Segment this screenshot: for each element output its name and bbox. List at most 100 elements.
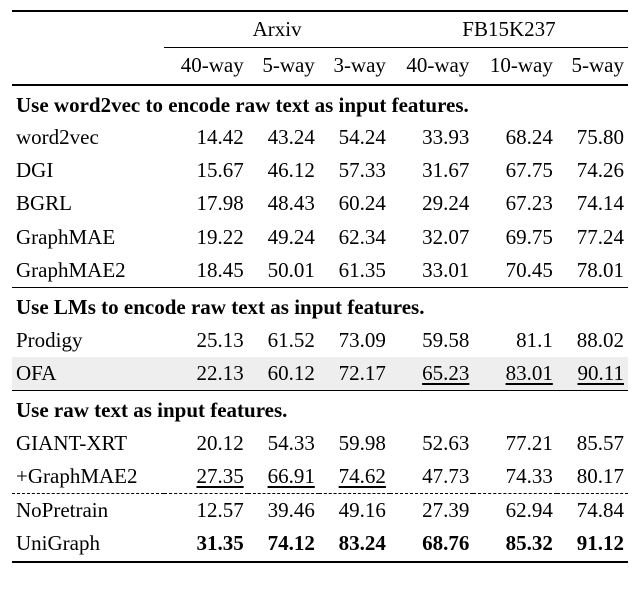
method-label: GIANT-XRT [12,427,164,460]
cell: 72.17 [319,357,390,391]
cell: 88.02 [557,324,628,357]
cell: 83.01 [473,357,556,391]
cell: 25.13 [164,324,247,357]
cell: 74.84 [557,494,628,528]
method-label: OFA [12,357,164,391]
col-arxiv-40way: 40-way [164,48,247,84]
method-label: Prodigy [12,324,164,357]
cell: 52.63 [390,427,473,460]
table-row: Prodigy 25.13 61.52 73.09 59.58 81.1 88.… [12,324,628,357]
table-row: GraphMAE 19.22 49.24 62.34 32.07 69.75 7… [12,221,628,254]
cell: 74.26 [557,154,628,187]
cell: 61.52 [248,324,319,357]
cell: 59.98 [319,427,390,460]
cell: 81.1 [473,324,556,357]
cell: 33.93 [390,121,473,154]
cell: 68.24 [473,121,556,154]
cell: 67.75 [473,154,556,187]
section-heading-raw: Use raw text as input features. [12,391,628,427]
cell: 31.35 [164,527,247,561]
method-label: BGRL [12,187,164,220]
cell: 46.12 [248,154,319,187]
cell: 59.58 [390,324,473,357]
cell: 54.24 [319,121,390,154]
cell: 17.98 [164,187,247,220]
cell: 68.76 [390,527,473,561]
group-header-arxiv: Arxiv [164,11,390,48]
cell: 83.24 [319,527,390,561]
cell: 69.75 [473,221,556,254]
cell: 62.94 [473,494,556,528]
section-heading-word2vec: Use word2vec to encode raw text as input… [12,85,628,121]
cell: 39.46 [248,494,319,528]
table-row: BGRL 17.98 48.43 60.24 29.24 67.23 74.14 [12,187,628,220]
cell: 74.14 [557,187,628,220]
cell: 15.67 [164,154,247,187]
col-arxiv-5way: 5-way [248,48,319,84]
cell: 73.09 [319,324,390,357]
cell: 48.43 [248,187,319,220]
cell: 91.12 [557,527,628,561]
cell: 61.35 [319,254,390,288]
table-row: DGI 15.67 46.12 57.33 31.67 67.75 74.26 [12,154,628,187]
column-header-row: 40-way 5-way 3-way 40-way 10-way 5-way [12,48,628,84]
table-row: word2vec 14.42 43.24 54.24 33.93 68.24 7… [12,121,628,154]
table-row: OFA 22.13 60.12 72.17 65.23 83.01 90.11 [12,357,628,391]
method-label: GraphMAE2 [12,254,164,288]
table-row: GraphMAE2 18.45 50.01 61.35 33.01 70.45 … [12,254,628,288]
cell: 54.33 [248,427,319,460]
cell: 20.12 [164,427,247,460]
cell: 77.21 [473,427,556,460]
table-row: GIANT-XRT 20.12 54.33 59.98 52.63 77.21 … [12,427,628,460]
table-row: UniGraph 31.35 74.12 83.24 68.76 85.32 9… [12,527,628,561]
col-fb-40way: 40-way [390,48,473,84]
cell: 77.24 [557,221,628,254]
cell: 62.34 [319,221,390,254]
cell: 49.24 [248,221,319,254]
cell: 75.80 [557,121,628,154]
cell: 70.45 [473,254,556,288]
group-header-row: Arxiv FB15K237 [12,11,628,48]
cell: 65.23 [390,357,473,391]
cell: 66.91 [248,460,319,494]
cell: 67.23 [473,187,556,220]
col-fb-10way: 10-way [473,48,556,84]
cell: 32.07 [390,221,473,254]
cell: 33.01 [390,254,473,288]
cell: 31.67 [390,154,473,187]
cell: 43.24 [248,121,319,154]
cell: 80.17 [557,460,628,494]
cell: 50.01 [248,254,319,288]
section-heading-lm: Use LMs to encode raw text as input feat… [12,288,628,324]
cell: 85.57 [557,427,628,460]
method-label: +GraphMAE2 [12,460,164,494]
table-row: NoPretrain 12.57 39.46 49.16 27.39 62.94… [12,494,628,528]
cell: 57.33 [319,154,390,187]
cell: 29.24 [390,187,473,220]
col-fb-5way: 5-way [557,48,628,84]
cell: 49.16 [319,494,390,528]
cell: 19.22 [164,221,247,254]
method-label: word2vec [12,121,164,154]
cell: 60.24 [319,187,390,220]
col-arxiv-3way: 3-way [319,48,390,84]
cell: 47.73 [390,460,473,494]
cell: 78.01 [557,254,628,288]
cell: 22.13 [164,357,247,391]
method-label: UniGraph [12,527,164,561]
cell: 74.12 [248,527,319,561]
method-label: DGI [12,154,164,187]
group-header-fb15k237: FB15K237 [390,11,628,48]
cell: 74.33 [473,460,556,494]
cell: 27.39 [390,494,473,528]
table-row: +GraphMAE2 27.35 66.91 74.62 47.73 74.33… [12,460,628,494]
cell: 27.35 [164,460,247,494]
cell: 85.32 [473,527,556,561]
results-table: Arxiv FB15K237 40-way 5-way 3-way 40-way… [0,0,640,573]
cell: 18.45 [164,254,247,288]
cell: 12.57 [164,494,247,528]
cell: 74.62 [319,460,390,494]
method-label: NoPretrain [12,494,164,528]
cell: 14.42 [164,121,247,154]
cell: 90.11 [557,357,628,391]
